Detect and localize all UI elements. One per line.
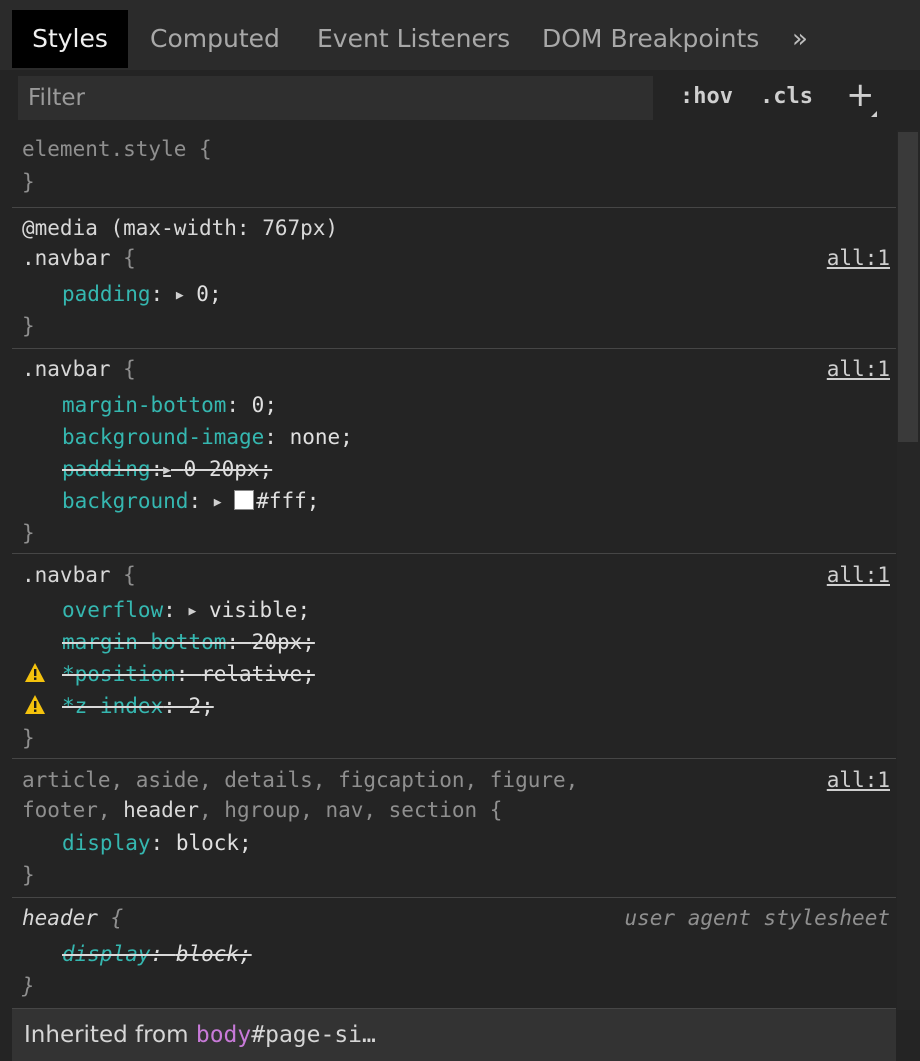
- rule-header-user-agent: header { user agent stylesheet display: …: [12, 898, 896, 1008]
- property-line-invalid[interactable]: *z-index: 2;: [62, 690, 214, 722]
- tab-dom-breakpoints[interactable]: DOM Breakpoints: [542, 10, 759, 68]
- property-line-invalid[interactable]: *position: relative;: [62, 658, 315, 690]
- inherited-node-id[interactable]: #page-si…: [251, 1022, 376, 1048]
- inherited-from-header: Inherited from body#page-si…: [12, 1008, 896, 1061]
- source-link[interactable]: all:1: [827, 559, 890, 591]
- property-line[interactable]: display: block;: [62, 827, 252, 859]
- rule-close-brace: }: [22, 863, 35, 887]
- filter-bar: :hov .cls +: [0, 70, 920, 128]
- rule-media-navbar: @media (max-width: 767px) .navbar { all:…: [12, 208, 896, 349]
- tabs-overflow-chevron-icon[interactable]: »: [792, 10, 808, 68]
- rule-close-brace: }: [22, 314, 35, 338]
- rule-close-brace: }: [22, 974, 35, 998]
- expand-triangle-icon[interactable]: ▶: [214, 495, 222, 510]
- tab-computed[interactable]: Computed: [150, 10, 280, 68]
- rule-selector[interactable]: header {: [22, 902, 123, 934]
- rule-selector[interactable]: .navbar {: [22, 353, 136, 385]
- inherited-label: Inherited from: [24, 1022, 189, 1048]
- rule-selector[interactable]: .navbar {: [22, 559, 136, 591]
- property-line-overridden[interactable]: margin-bottom: 20px;: [62, 626, 315, 658]
- source-link[interactable]: all:1: [827, 353, 890, 385]
- rule-selector[interactable]: element.style {: [22, 133, 212, 165]
- rule-close-brace: }: [22, 521, 35, 545]
- rule-navbar-2: .navbar { all:1 overflow: ▶ visible; mar…: [12, 554, 896, 759]
- property-line[interactable]: background-image: none;: [62, 421, 353, 453]
- warning-icon[interactable]: [24, 662, 46, 684]
- tab-bar: Styles Computed Event Listeners DOM Brea…: [0, 0, 920, 71]
- property-line[interactable]: padding: ▶ 0;: [62, 278, 222, 310]
- rule-navbar-1: .navbar { all:1 margin-bottom: 0; backgr…: [12, 349, 896, 554]
- rule-selector-cont[interactable]: footer, header, hgroup, nav, section {: [22, 794, 502, 826]
- scrollbar-thumb[interactable]: [898, 132, 918, 442]
- expand-triangle-icon[interactable]: ▶: [188, 604, 196, 619]
- user-agent-source: user agent stylesheet: [624, 906, 890, 930]
- rule-selector[interactable]: .navbar {: [22, 242, 136, 274]
- expand-triangle-icon[interactable]: ▶: [176, 288, 184, 303]
- property-line-overridden[interactable]: padding:▶ 0 20px;: [62, 453, 272, 485]
- rule-element-style: element.style { }: [12, 130, 896, 208]
- rule-html5-block: article, aside, details, figcaption, fig…: [12, 759, 896, 898]
- menu-corner-icon: [871, 111, 877, 117]
- rule-close-brace: }: [22, 170, 35, 194]
- warning-icon[interactable]: [24, 694, 46, 716]
- filter-input[interactable]: [18, 76, 653, 120]
- tab-styles[interactable]: Styles: [12, 10, 128, 68]
- rule-selector[interactable]: article, aside, details, figcaption, fig…: [22, 764, 578, 796]
- property-line[interactable]: background: ▶ #fff;: [62, 485, 319, 517]
- property-line[interactable]: overflow: ▶ visible;: [62, 594, 310, 626]
- property-line-overridden[interactable]: display: block;: [62, 938, 252, 970]
- source-link[interactable]: all:1: [827, 764, 890, 796]
- tab-event-listeners[interactable]: Event Listeners: [317, 10, 510, 68]
- hov-button[interactable]: :hov: [680, 84, 733, 109]
- new-style-rule-button[interactable]: +: [846, 78, 875, 112]
- color-swatch-icon[interactable]: [234, 490, 255, 510]
- rule-close-brace: }: [22, 726, 35, 750]
- property-line[interactable]: margin-bottom: 0;: [62, 389, 277, 421]
- cls-button[interactable]: .cls: [760, 84, 813, 109]
- expand-triangle-icon[interactable]: ▶: [163, 463, 171, 478]
- inherited-node-link[interactable]: body: [196, 1022, 251, 1048]
- media-query: @media (max-width: 767px): [22, 216, 339, 240]
- source-link[interactable]: all:1: [827, 242, 890, 274]
